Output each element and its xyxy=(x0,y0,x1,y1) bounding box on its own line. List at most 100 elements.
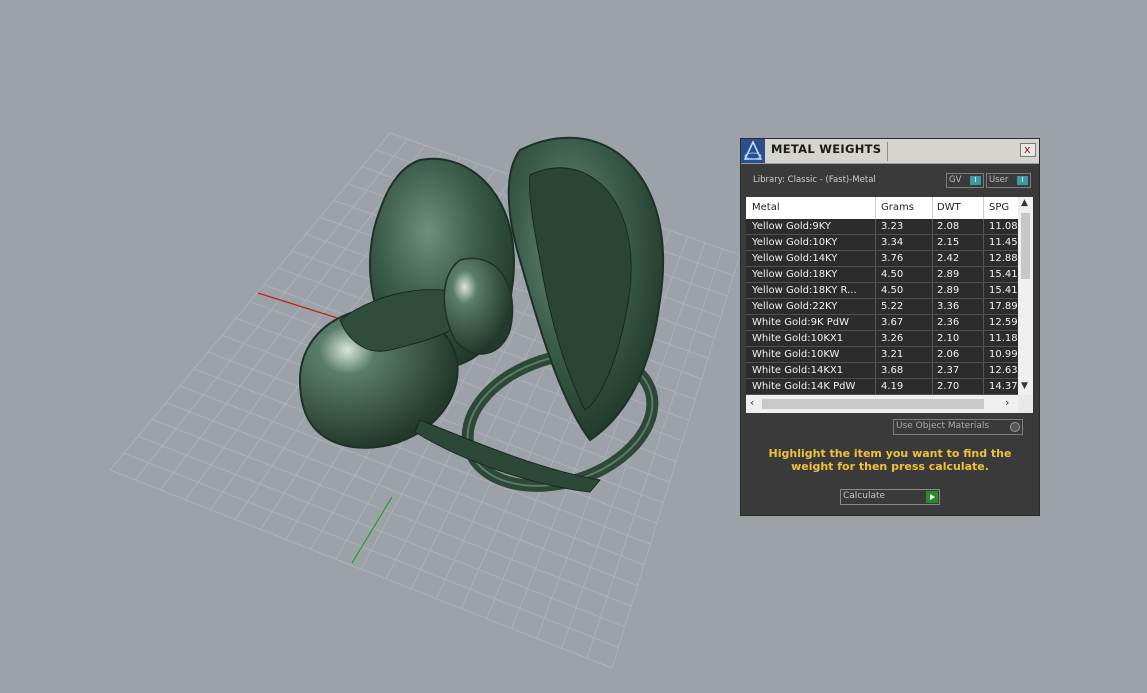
column-header-spg[interactable]: SPG xyxy=(989,202,1009,213)
grams-cell: 3.26 xyxy=(881,333,904,344)
grams-cell: 4.50 xyxy=(881,285,904,296)
dwt-cell: 2.08 xyxy=(937,221,960,232)
grams-cell: 4.50 xyxy=(881,269,904,280)
spg-cell: 11.18 xyxy=(989,333,1018,344)
grams-cell: 3.34 xyxy=(881,237,904,248)
dwt-cell: 2.89 xyxy=(937,269,960,280)
gv-toggle-knob: I xyxy=(970,176,981,185)
table-row[interactable]: Yellow Gold:9KY 3.23 2.08 11.08 xyxy=(746,219,1018,235)
vertical-scrollbar[interactable]: ▲ ▼ xyxy=(1018,197,1033,395)
cell-divider xyxy=(932,267,933,282)
cell-divider xyxy=(932,299,933,314)
table-row[interactable]: Yellow Gold:18KY R... 4.50 2.89 15.41 xyxy=(746,283,1018,299)
spg-cell: 15.41 xyxy=(989,269,1018,280)
table-row[interactable]: Yellow Gold:14KY 3.76 2.42 12.88 xyxy=(746,251,1018,267)
metal-cell: White Gold:9K PdW xyxy=(752,317,849,328)
cell-divider xyxy=(983,363,984,378)
dwt-cell: 2.42 xyxy=(937,253,960,264)
cell-divider xyxy=(932,219,933,234)
user-toggle-label: User xyxy=(989,175,1009,185)
table-row[interactable]: White Gold:10KX1 3.26 2.10 11.18 xyxy=(746,331,1018,347)
cell-divider xyxy=(983,315,984,330)
cell-divider xyxy=(983,267,984,282)
spg-cell: 12.63 xyxy=(989,365,1018,376)
dialog-title: METAL WEIGHTS xyxy=(771,142,882,156)
titlebar-divider xyxy=(887,142,888,161)
cell-divider xyxy=(983,283,984,298)
horizontal-scrollbar[interactable]: ‹ › xyxy=(746,395,1018,413)
column-header-metal[interactable]: Metal xyxy=(752,202,780,213)
cell-divider xyxy=(932,363,933,378)
spg-cell: 14.37 xyxy=(989,381,1018,392)
cell-divider xyxy=(932,331,933,346)
cell-divider xyxy=(983,299,984,314)
horizontal-scroll-thumb[interactable] xyxy=(762,399,984,409)
cell-divider xyxy=(983,331,984,346)
cell-divider xyxy=(875,331,876,346)
library-label: Library: Classic - (Fast)-Metal xyxy=(753,175,876,185)
metal-weights-table[interactable]: Metal Grams DWT SPG Yellow Gold:9KY 3.23 2… xyxy=(746,197,1033,413)
ring-model xyxy=(298,136,665,493)
cell-divider xyxy=(932,235,933,250)
radio-icon[interactable] xyxy=(1010,422,1020,432)
table-header: Metal Grams DWT SPG xyxy=(746,197,1018,395)
scroll-left-icon[interactable]: ‹ xyxy=(750,396,754,409)
scroll-up-icon[interactable]: ▲ xyxy=(1021,198,1028,208)
column-header-dwt[interactable]: DWT xyxy=(937,202,961,213)
play-icon[interactable] xyxy=(926,491,938,503)
grams-cell: 3.68 xyxy=(881,365,904,376)
spg-cell: 15.41 xyxy=(989,285,1018,296)
metal-weights-dialog: METAL WEIGHTS x Library: Classic - (Fast… xyxy=(740,138,1040,516)
matrix-app-icon xyxy=(741,139,765,163)
dwt-cell: 2.10 xyxy=(937,333,960,344)
dwt-cell: 3.36 xyxy=(937,301,960,312)
dialog-titlebar[interactable]: METAL WEIGHTS x xyxy=(741,139,1039,164)
table-row[interactable]: Yellow Gold:18KY 4.50 2.89 15.41 xyxy=(746,267,1018,283)
grams-cell: 3.21 xyxy=(881,349,904,360)
cell-divider xyxy=(875,379,876,394)
spg-cell: 17.89 xyxy=(989,301,1018,312)
spg-cell: 10.99 xyxy=(989,349,1018,360)
cell-divider xyxy=(875,235,876,250)
table-row[interactable]: White Gold:14K PdW 4.19 2.70 14.37 xyxy=(746,379,1018,395)
cell-divider xyxy=(932,251,933,266)
grid-line xyxy=(137,435,625,628)
cell-divider xyxy=(932,283,933,298)
vertical-scroll-thumb[interactable] xyxy=(1021,213,1030,279)
cell-divider xyxy=(875,363,876,378)
user-toggle[interactable]: User I xyxy=(986,173,1031,188)
table-row[interactable]: White Gold:9K PdW 3.67 2.36 12.59 xyxy=(746,315,1018,331)
cell-divider xyxy=(983,235,984,250)
cell-divider xyxy=(983,251,984,266)
cell-divider xyxy=(875,347,876,362)
cell-divider xyxy=(932,379,933,394)
metal-cell: Yellow Gold:22KY xyxy=(752,301,838,312)
metal-cell: Yellow Gold:18KY xyxy=(752,269,838,280)
close-icon: x xyxy=(1024,143,1031,156)
dwt-cell: 2.37 xyxy=(937,365,960,376)
cell-divider xyxy=(983,379,984,394)
use-object-materials-toggle[interactable]: Use Object Materials xyxy=(893,419,1023,435)
table-row[interactable]: White Gold:14KX1 3.68 2.37 12.63 xyxy=(746,363,1018,379)
dwt-cell: 2.36 xyxy=(937,317,960,328)
dwt-cell: 2.06 xyxy=(937,349,960,360)
metal-cell: Yellow Gold:14KY xyxy=(752,253,838,264)
gv-toggle[interactable]: GV I xyxy=(946,173,984,188)
dwt-cell: 2.89 xyxy=(937,285,960,296)
cell-divider xyxy=(875,315,876,330)
table-body: Yellow Gold:9KY 3.23 2.08 11.08 Yellow Gold:… xyxy=(746,219,1018,395)
column-header-grams[interactable]: Grams xyxy=(881,202,914,213)
calculate-button[interactable]: Calculate xyxy=(840,489,940,505)
table-row[interactable]: White Gold:10KW 3.21 2.06 10.99 xyxy=(746,347,1018,363)
use-object-materials-label: Use Object Materials xyxy=(896,421,990,431)
close-button[interactable]: x xyxy=(1020,143,1036,157)
dwt-cell: 2.70 xyxy=(937,381,960,392)
dwt-cell: 2.15 xyxy=(937,237,960,248)
table-row[interactable]: Yellow Gold:10KY 3.34 2.15 11.45 xyxy=(746,235,1018,251)
grid-line xyxy=(151,418,632,607)
table-row[interactable]: Yellow Gold:22KY 5.22 3.36 17.89 xyxy=(746,299,1018,315)
scroll-down-icon[interactable]: ▼ xyxy=(1021,381,1028,391)
scroll-right-icon[interactable]: › xyxy=(1005,396,1009,409)
metal-cell: White Gold:14K PdW xyxy=(752,381,856,392)
spg-cell: 12.59 xyxy=(989,317,1018,328)
